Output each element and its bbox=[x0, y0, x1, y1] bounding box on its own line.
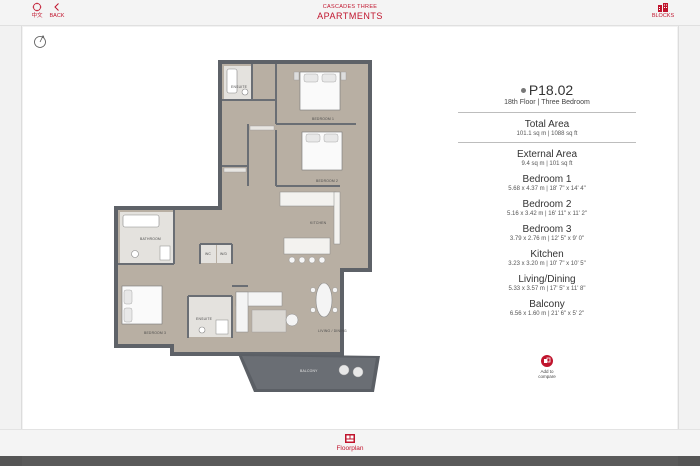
metric-title: Bedroom 2 bbox=[522, 199, 572, 210]
metric-balcony: Balcony 6.56 x 1.60 m | 21' 6" x 5' 2" bbox=[458, 299, 636, 318]
language-button[interactable]: 中文 bbox=[28, 2, 46, 20]
metric-value: 9.4 sq m | 101 sq ft bbox=[521, 161, 573, 167]
unit-subtitle: 18th Floor | Three Bedroom bbox=[504, 99, 590, 106]
metric-bedroom3: Bedroom 3 3.79 x 2.76 m | 12' 5" x 9' 0" bbox=[458, 224, 636, 243]
left-gutter bbox=[0, 0, 22, 466]
metric-value: 101.1 sq m | 1088 sq ft bbox=[516, 131, 578, 137]
metric-title: Kitchen bbox=[530, 249, 564, 260]
label-balcony: BALCONY bbox=[300, 369, 318, 373]
divider-top bbox=[458, 112, 636, 113]
toilet-top bbox=[241, 88, 249, 96]
metric-kitchen: Kitchen 3.23 x 3.20 m | 10' 7" x 10' 5" bbox=[458, 249, 636, 268]
unit-name: P18.02 bbox=[528, 82, 574, 98]
unit-name-row: P18.02 bbox=[458, 82, 636, 98]
page-title: APARTMENTS bbox=[317, 11, 383, 21]
metric-title: Bedroom 3 bbox=[522, 224, 572, 235]
toilet-bottom bbox=[131, 250, 139, 258]
label-bathroom: BATHROOM bbox=[140, 237, 161, 241]
label-wd: W/D bbox=[220, 252, 228, 256]
compare-label-line2: compare bbox=[538, 374, 556, 379]
metric-title: Balcony bbox=[529, 299, 565, 310]
label-bedroom1: BEDROOM 1 bbox=[312, 117, 334, 121]
metric-value: 5.68 x 4.37 m | 18' 7" x 14' 4" bbox=[508, 186, 586, 192]
bathtub-top bbox=[226, 68, 238, 94]
metric-title: External Area bbox=[516, 149, 578, 160]
bottom-tab-bar: Floorplan bbox=[0, 429, 700, 456]
right-gutter bbox=[678, 0, 700, 466]
metric-title: Living/Dining bbox=[518, 274, 576, 285]
page-title-block: CASCADES THREE APARTMENTS bbox=[250, 4, 450, 21]
buildings-icon bbox=[658, 3, 668, 12]
metric-total-area: Total Area 101.1 sq m | 1088 sq ft bbox=[458, 119, 636, 138]
metric-value: 5.16 x 3.42 m | 16' 11" x 11' 2" bbox=[507, 211, 587, 217]
metric-value: 6.56 x 1.60 m | 21' 6" x 5' 2" bbox=[509, 311, 585, 317]
top-bar: 中文 BACK CASCADES THREE APARTMENTS BLOCKS bbox=[0, 0, 700, 26]
label-living: LIVING / DINING bbox=[318, 329, 347, 333]
metric-external-area: External Area 9.4 sq m | 101 sq ft bbox=[458, 149, 636, 168]
wardrobe-2 bbox=[223, 167, 247, 173]
chevron-left-icon bbox=[54, 3, 59, 11]
system-bottom-bar bbox=[0, 456, 700, 466]
metric-value: 5.33 x 3.57 m | 17' 5" x 11' 8" bbox=[508, 286, 586, 292]
wardrobe-1 bbox=[249, 125, 275, 131]
blocks-label: BLOCKS bbox=[651, 13, 675, 19]
label-kitchen: KITCHEN bbox=[310, 221, 327, 225]
label-bedroom2: BEDROOM 2 bbox=[316, 179, 338, 183]
language-icon bbox=[32, 2, 42, 12]
tab-floorplan[interactable]: Floorplan bbox=[328, 433, 372, 452]
floorplan-drawing[interactable]: ENSUITE BEDROOM 1 BEDROOM 2 KITCHEN BATH… bbox=[112, 58, 384, 398]
rug bbox=[251, 309, 287, 333]
label-wc: WC bbox=[205, 252, 211, 256]
app-frame: 中文 BACK CASCADES THREE APARTMENTS BLOCKS… bbox=[0, 0, 700, 466]
kitchen-counter-side bbox=[333, 191, 341, 245]
metric-bedroom1: Bedroom 1 5.68 x 4.37 m | 18' 7" x 14' 4… bbox=[458, 174, 636, 193]
blocks-button[interactable]: BLOCKS bbox=[650, 2, 676, 20]
label-ensuite-top: ENSUITE bbox=[231, 85, 248, 89]
metric-value: 3.79 x 2.76 m | 12' 5" x 9' 0" bbox=[509, 236, 585, 242]
metric-living-dining: Living/Dining 5.33 x 3.57 m | 17' 5" x 1… bbox=[458, 274, 636, 293]
bathtub-bottom bbox=[122, 214, 160, 228]
metric-value: 3.23 x 3.20 m | 10' 7" x 10' 5" bbox=[508, 261, 586, 267]
metric-title: Total Area bbox=[524, 119, 570, 130]
add-to-compare-button[interactable]: Add to compare bbox=[532, 355, 562, 379]
metric-title: Bedroom 1 bbox=[522, 174, 572, 185]
label-bedroom3: BEDROOM 3 bbox=[144, 331, 166, 335]
kitchen-island bbox=[283, 237, 331, 255]
divider-bottom bbox=[458, 142, 636, 143]
compare-icon bbox=[541, 355, 553, 367]
status-dot-icon bbox=[520, 87, 526, 93]
kitchen-counter-top bbox=[279, 191, 337, 207]
unit-info-panel: P18.02 18th Floor | Three Bedroom Total … bbox=[458, 82, 636, 318]
back-label: BACK bbox=[49, 13, 65, 19]
compass-icon bbox=[34, 35, 46, 48]
tab-floorplan-label: Floorplan bbox=[336, 445, 364, 452]
floorplan-icon bbox=[345, 434, 355, 443]
language-label: 中文 bbox=[31, 13, 43, 19]
back-button[interactable]: BACK bbox=[48, 2, 66, 20]
development-name: CASCADES THREE bbox=[322, 4, 378, 10]
metric-bedroom2: Bedroom 2 5.16 x 3.42 m | 16' 11" x 11' … bbox=[458, 199, 636, 218]
dining-table bbox=[315, 282, 333, 318]
label-ensuite-bottom: ENSUITE bbox=[196, 317, 213, 321]
